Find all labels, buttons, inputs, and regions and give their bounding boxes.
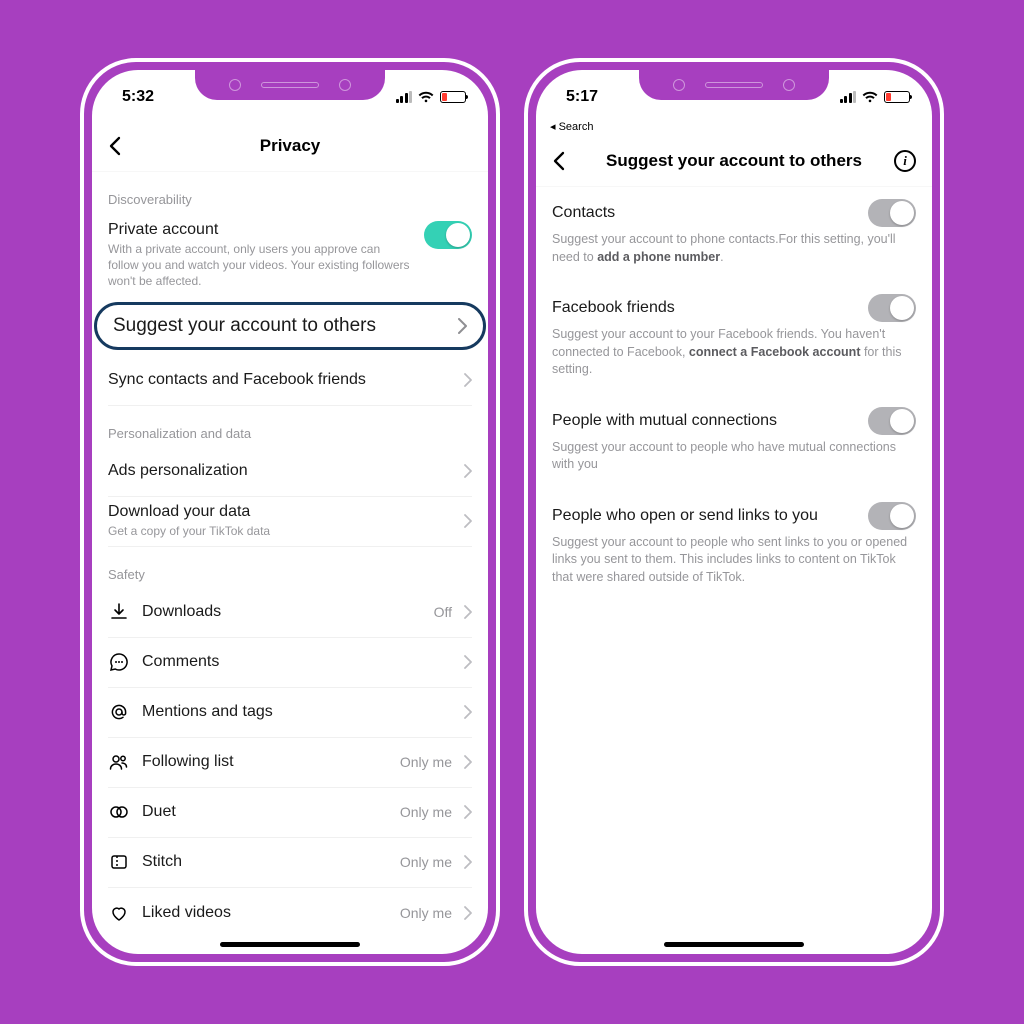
at-icon	[108, 701, 130, 723]
row-duet[interactable]: Duet Only me	[108, 788, 472, 838]
page-title: Suggest your account to others	[536, 151, 932, 171]
option-facebook: Facebook friends Suggest your account to…	[552, 282, 916, 395]
row-download-data[interactable]: Download your data Get a copy of your Ti…	[108, 497, 472, 547]
row-title: Mentions and tags	[142, 703, 452, 721]
row-downloads[interactable]: Downloads Off	[108, 588, 472, 638]
chevron-right-icon	[464, 906, 472, 920]
row-sync-contacts[interactable]: Sync contacts and Facebook friends	[108, 356, 472, 406]
back-button[interactable]	[108, 136, 136, 156]
facebook-toggle[interactable]	[868, 294, 916, 322]
row-title: Comments	[142, 653, 452, 671]
phone-notch	[195, 70, 385, 100]
option-title: People who open or send links to you	[552, 507, 818, 525]
chevron-right-icon	[464, 655, 472, 669]
row-mentions[interactable]: Mentions and tags	[108, 688, 472, 738]
row-value: Only me	[400, 804, 452, 820]
chevron-right-icon	[458, 318, 467, 334]
home-indicator[interactable]	[664, 942, 804, 947]
row-title: Stitch	[142, 853, 388, 871]
chevron-right-icon	[464, 514, 472, 528]
wifi-icon	[418, 91, 434, 103]
row-suggest-account[interactable]: Suggest your account to others	[94, 302, 486, 350]
download-icon	[108, 601, 130, 623]
option-subtitle: Suggest your account to people who sent …	[552, 534, 916, 587]
nav-bar: Suggest your account to others i	[536, 135, 932, 187]
phone-right: 5:17 ◂ Search Suggest your account to ot…	[524, 58, 944, 966]
section-safety-label: Safety	[108, 567, 472, 582]
back-button[interactable]	[552, 151, 580, 171]
row-title: Duet	[142, 803, 388, 821]
row-ads-personalization[interactable]: Ads personalization	[108, 447, 472, 497]
row-liked-videos[interactable]: Liked videos Only me	[108, 888, 472, 938]
row-title: Sync contacts and Facebook friends	[108, 371, 452, 389]
battery-icon	[884, 91, 910, 103]
phone-notch	[639, 70, 829, 100]
mutual-toggle[interactable]	[868, 407, 916, 435]
option-title: Facebook friends	[552, 299, 675, 317]
home-indicator[interactable]	[220, 942, 360, 947]
nav-bar: Privacy	[92, 120, 488, 172]
back-to-search[interactable]: ◂ Search	[536, 120, 932, 135]
section-personalization-label: Personalization and data	[108, 426, 472, 441]
option-subtitle: Suggest your account to phone contacts.F…	[552, 231, 916, 266]
chevron-right-icon	[464, 373, 472, 387]
battery-icon	[440, 91, 466, 103]
heart-icon	[108, 902, 130, 924]
row-value: Only me	[400, 854, 452, 870]
phone-left: 5:32 Privacy Discoverability Private acc…	[80, 58, 500, 966]
option-contacts: Contacts Suggest your account to phone c…	[552, 187, 916, 282]
row-value: Only me	[400, 905, 452, 921]
chevron-right-icon	[464, 605, 472, 619]
row-subtitle: With a private account, only users you a…	[108, 241, 412, 290]
status-time: 5:17	[566, 88, 598, 106]
row-value: Off	[434, 604, 452, 620]
wifi-icon	[862, 91, 878, 103]
row-private-account[interactable]: Private account With a private account, …	[108, 213, 472, 296]
section-discoverability-label: Discoverability	[108, 192, 472, 207]
row-following-list[interactable]: Following list Only me	[108, 738, 472, 788]
chevron-right-icon	[464, 755, 472, 769]
row-title: Liked videos	[142, 904, 388, 922]
cellular-icon	[840, 91, 857, 103]
stitch-icon	[108, 851, 130, 873]
row-subtitle: Get a copy of your TikTok data	[108, 523, 452, 539]
page-title: Privacy	[92, 136, 488, 156]
row-title: Ads personalization	[108, 462, 452, 480]
cellular-icon	[396, 91, 413, 103]
chevron-right-icon	[464, 464, 472, 478]
option-subtitle: Suggest your account to people who have …	[552, 439, 916, 474]
private-account-toggle[interactable]	[424, 221, 472, 249]
row-title: Suggest your account to others	[113, 315, 446, 337]
status-time: 5:32	[122, 88, 154, 106]
option-title: Contacts	[552, 204, 615, 222]
duet-icon	[108, 801, 130, 823]
option-subtitle: Suggest your account to your Facebook fr…	[552, 326, 916, 379]
comment-icon	[108, 651, 130, 673]
chevron-right-icon	[464, 805, 472, 819]
row-title: Downloads	[142, 603, 422, 621]
option-links: People who open or send links to you Sug…	[552, 490, 916, 603]
chevron-right-icon	[464, 705, 472, 719]
option-title: People with mutual connections	[552, 412, 777, 430]
people-icon	[108, 751, 130, 773]
links-toggle[interactable]	[868, 502, 916, 530]
info-icon[interactable]: i	[894, 150, 916, 172]
row-value: Only me	[400, 754, 452, 770]
row-comments[interactable]: Comments	[108, 638, 472, 688]
row-title: Download your data	[108, 503, 452, 521]
option-mutual: People with mutual connections Suggest y…	[552, 395, 916, 490]
row-stitch[interactable]: Stitch Only me	[108, 838, 472, 888]
chevron-right-icon	[464, 855, 472, 869]
contacts-toggle[interactable]	[868, 199, 916, 227]
row-title: Private account	[108, 221, 412, 239]
row-title: Following list	[142, 753, 388, 771]
